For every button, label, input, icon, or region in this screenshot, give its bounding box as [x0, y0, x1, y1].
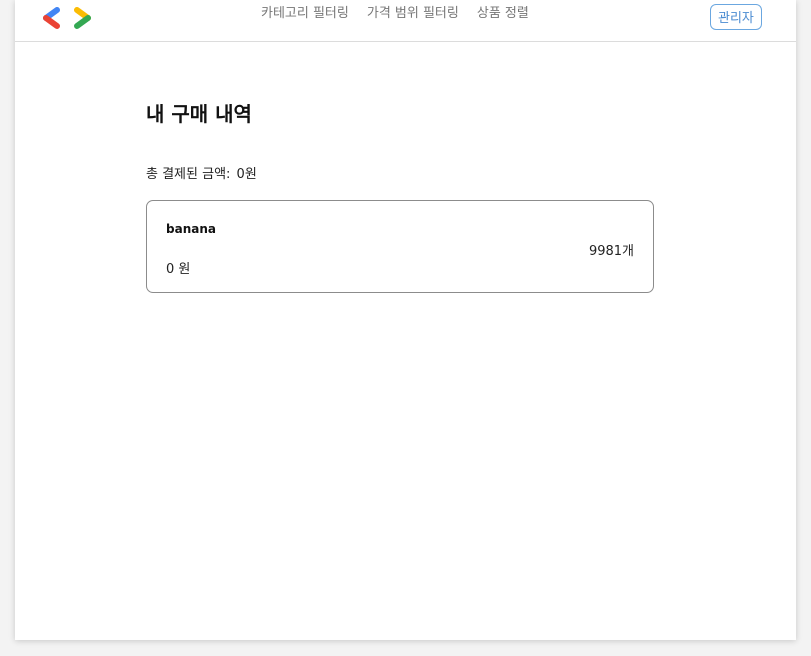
nav-category-filter[interactable]: 카테고리 필터링: [261, 6, 349, 22]
app-window: 카테고리 필터링 가격 범위 필터링 상품 정렬 관리자 내 구매 내역 총 결…: [15, 0, 796, 640]
nav-product-sort[interactable]: 상품 정렬: [477, 6, 529, 22]
main-content: 내 구매 내역 총 결제된 금액: 0원 banana 0 원 9981개: [146, 100, 656, 293]
top-header: 카테고리 필터링 가격 범위 필터링 상품 정렬 관리자: [15, 0, 796, 42]
chevron-logo-icon[interactable]: [43, 4, 93, 32]
total-paid-label: 총 결제된 금액:: [146, 167, 231, 182]
order-card: banana 0 원 9981개: [146, 200, 654, 293]
nav-price-filter[interactable]: 가격 범위 필터링: [367, 6, 459, 22]
order-product-price: 0 원: [166, 262, 191, 277]
order-product-quantity: 9981개: [588, 244, 634, 259]
total-paid: 총 결제된 금액: 0원: [146, 167, 656, 183]
total-paid-value: 0원: [236, 167, 257, 182]
page-title: 내 구매 내역: [146, 102, 252, 126]
admin-button[interactable]: 관리자: [710, 4, 762, 30]
main-nav: 카테고리 필터링 가격 범위 필터링 상품 정렬: [261, 6, 529, 22]
order-product-name: banana: [166, 222, 216, 236]
